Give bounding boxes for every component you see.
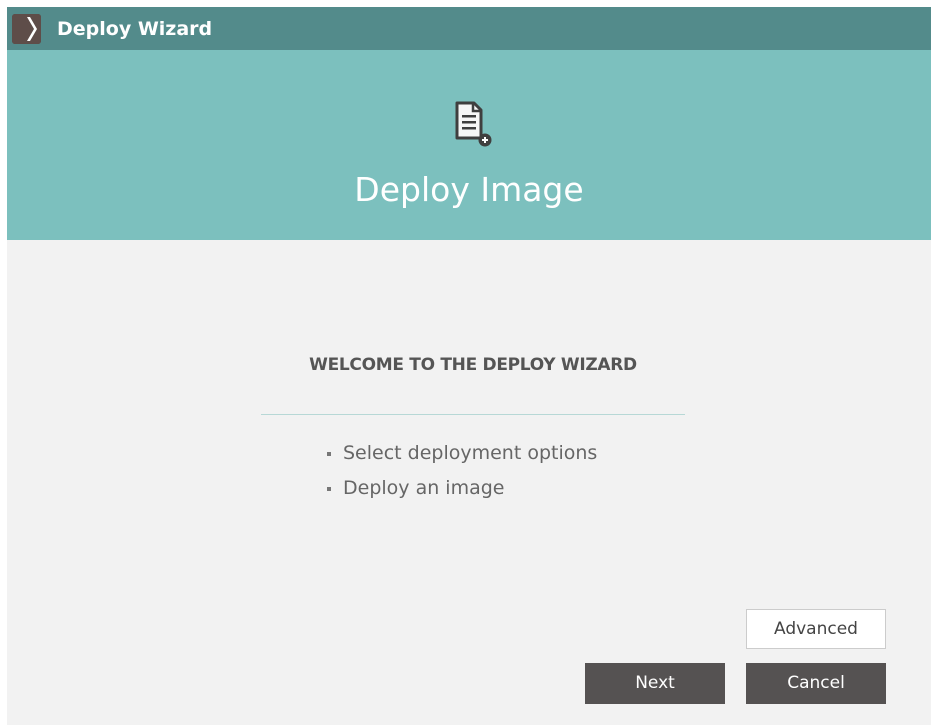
- next-button[interactable]: Next: [585, 663, 725, 704]
- document-add-icon: [453, 100, 493, 148]
- bullet-icon: [327, 487, 331, 491]
- bullet-icon: [327, 452, 331, 456]
- header-banner: Deploy Image: [7, 50, 931, 240]
- step-label: Select deployment options: [343, 442, 598, 464]
- step-label: Deploy an image: [343, 477, 505, 499]
- cancel-button[interactable]: Cancel: [746, 663, 886, 704]
- title-bar: Deploy Wizard: [7, 7, 931, 50]
- advanced-button[interactable]: Advanced: [746, 609, 886, 649]
- banner-title: Deploy Image: [354, 170, 584, 209]
- welcome-heading: WELCOME TO THE DEPLOY WIZARD: [309, 355, 637, 375]
- chevron-right-icon: [12, 14, 41, 44]
- deploy-wizard-window: Deploy Wizard Deploy Image WELCOME TO TH…: [7, 7, 931, 725]
- divider: [261, 414, 685, 415]
- window-title: Deploy Wizard: [57, 18, 213, 40]
